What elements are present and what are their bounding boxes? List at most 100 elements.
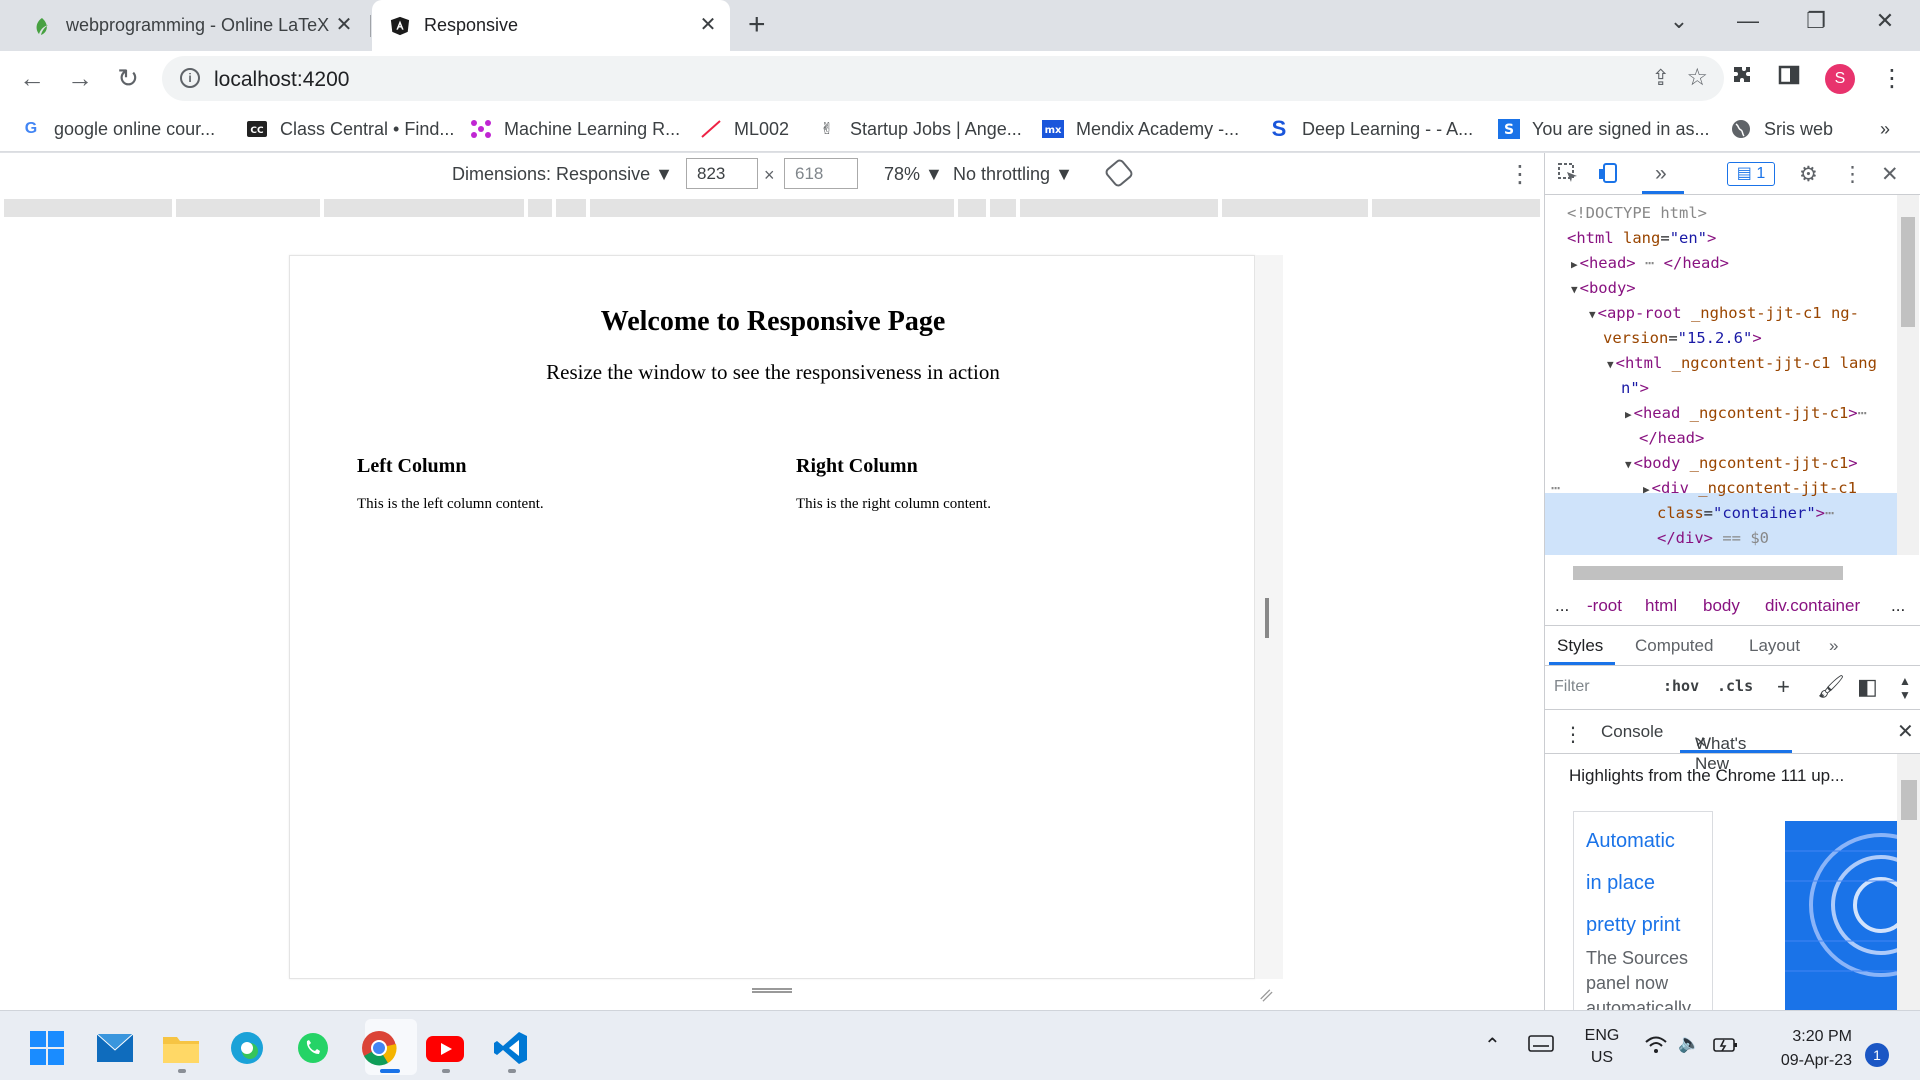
bookmark-star-icon[interactable]: ☆	[1686, 63, 1708, 92]
close-tab-icon[interactable]: ✕	[334, 15, 354, 35]
share-icon[interactable]: ⇪	[1652, 65, 1670, 91]
dimensions-dropdown[interactable]: Dimensions: Responsive ▼	[452, 164, 673, 185]
edge-icon[interactable]	[228, 1029, 266, 1067]
ruler-segment[interactable]	[590, 199, 954, 217]
dom-node-ellipsis[interactable]: ⋯	[1551, 476, 1560, 501]
address-bar[interactable]: i localhost:4200 ⇪ ☆	[162, 56, 1724, 101]
reload-icon[interactable]: ↻	[112, 62, 144, 94]
drawer-menu-icon[interactable]: ⋮	[1563, 722, 1583, 747]
dom-node[interactable]: ▶ <head _ngcontent-jjt-c1>⋯	[1625, 401, 1867, 427]
breadcrumb-item[interactable]: html	[1645, 596, 1677, 616]
bookmark-class-central[interactable]: CC Class Central • Find...	[246, 114, 454, 144]
battery-icon[interactable]	[1712, 1035, 1740, 1060]
back-icon[interactable]: ←	[16, 62, 48, 94]
tab-responsive[interactable]: Responsive ✕	[372, 0, 730, 51]
inspect-element-icon[interactable]	[1557, 162, 1579, 190]
toggle-sidebar-icon[interactable]: ◧	[1857, 674, 1878, 700]
issues-badge[interactable]: ▤ 1	[1727, 162, 1775, 186]
scrollbar-thumb[interactable]	[1901, 780, 1917, 820]
notification-badge[interactable]: 1	[1865, 1043, 1889, 1067]
site-info-icon[interactable]: i	[180, 68, 200, 88]
zoom-dropdown[interactable]: 78% ▼	[884, 164, 943, 185]
whats-new-scrollbar[interactable]	[1897, 754, 1920, 1010]
language-indicator[interactable]: ENG US	[1582, 1025, 1622, 1069]
height-input[interactable]: 618	[784, 158, 858, 189]
more-panel-tabs[interactable]: »	[1829, 636, 1838, 656]
tab-search-icon[interactable]: ⌄	[1664, 8, 1694, 34]
dom-vertical-scrollbar[interactable]	[1897, 195, 1919, 555]
breadcrumb-item[interactable]: div.container	[1765, 596, 1860, 616]
paint-brush-icon[interactable]: 🖌	[1817, 674, 1845, 700]
profile-avatar[interactable]: S	[1825, 64, 1855, 94]
dom-node[interactable]: <!DOCTYPE html>	[1567, 201, 1707, 226]
whatsapp-icon[interactable]	[294, 1029, 332, 1067]
minimize-icon[interactable]: —	[1733, 8, 1763, 34]
ruler-segment[interactable]	[958, 199, 986, 217]
corner-resize-handle[interactable]: ═	[1254, 984, 1278, 1008]
close-devtools-icon[interactable]: ✕	[1881, 162, 1899, 187]
dom-node[interactable]: ▶ <head> ⋯ </head>	[1571, 251, 1729, 277]
close-window-icon[interactable]: ✕	[1870, 8, 1900, 34]
forward-icon[interactable]: →	[64, 62, 96, 94]
bookmark-startup-jobs[interactable]: ✌ Startup Jobs | Ange...	[816, 114, 1022, 144]
breadcrumb-item[interactable]: body	[1703, 596, 1740, 616]
breadcrumb-ellipsis[interactable]: ...	[1555, 596, 1569, 616]
device-toggle-icon[interactable]	[1597, 162, 1619, 190]
breadcrumb-ellipsis[interactable]: ...	[1891, 596, 1905, 616]
ruler-segment[interactable]	[1372, 199, 1540, 217]
ruler-segment[interactable]	[1222, 199, 1368, 217]
extensions-icon[interactable]	[1730, 64, 1754, 95]
chrome-icon[interactable]	[360, 1029, 398, 1067]
dom-node[interactable]: ▼ <html _ngcontent-jjt-c1 lang	[1607, 351, 1877, 377]
close-tab-icon[interactable]: ✕	[1695, 734, 1707, 751]
ruler-segment[interactable]	[990, 199, 1016, 217]
bookmark-sris-web[interactable]: Sris web	[1730, 114, 1833, 144]
cls-toggle[interactable]: .cls	[1717, 677, 1753, 695]
tab-computed[interactable]: Computed	[1635, 636, 1713, 656]
tab-console[interactable]: Console	[1601, 722, 1663, 742]
close-tab-icon[interactable]: ✕	[698, 15, 718, 35]
clock[interactable]: 3:20 PM 09-Apr-23	[1760, 1025, 1852, 1073]
card-link[interactable]: pretty print	[1586, 904, 1700, 946]
device-options-icon[interactable]: ⋮	[1508, 160, 1532, 189]
keyboard-icon[interactable]	[1528, 1033, 1554, 1058]
more-tabs-button[interactable]: »	[1655, 162, 1667, 186]
filter-input[interactable]: Filter	[1554, 678, 1590, 696]
add-rule-icon[interactable]: +	[1777, 674, 1790, 700]
tab-layout[interactable]: Layout	[1749, 636, 1800, 656]
dom-node[interactable]: ▼ <body>	[1571, 276, 1636, 302]
bookmarks-overflow-button[interactable]: »	[1880, 114, 1890, 144]
ruler-segment[interactable]	[556, 199, 586, 217]
file-explorer-icon[interactable]	[162, 1029, 200, 1067]
ruler-segment[interactable]	[324, 199, 524, 217]
close-drawer-icon[interactable]: ✕	[1897, 719, 1914, 744]
scrollbar-thumb[interactable]	[1573, 566, 1843, 580]
card-link[interactable]: in place	[1586, 862, 1700, 904]
bookmark-ml002[interactable]: ML002	[700, 114, 789, 144]
tab-styles[interactable]: Styles	[1557, 636, 1603, 656]
bookmark-deep-learning[interactable]: S Deep Learning - - A...	[1268, 114, 1473, 144]
tray-chevron-icon[interactable]: ⌃	[1484, 1033, 1501, 1058]
rotate-icon[interactable]	[1103, 157, 1135, 189]
scrollbar-thumb[interactable]	[1901, 217, 1915, 327]
breadcrumb-item[interactable]: -root	[1587, 596, 1622, 616]
dom-node[interactable]: ▼ <app-root _nghost-jjt-c1 ng-	[1589, 301, 1859, 327]
vertical-resize-handle[interactable]	[752, 988, 792, 993]
settings-gear-icon[interactable]: ⚙	[1799, 162, 1818, 187]
devtools-menu-icon[interactable]: ⋮	[1842, 162, 1863, 187]
url-text[interactable]: localhost:4200	[214, 68, 349, 92]
side-panel-icon[interactable]	[1778, 64, 1800, 93]
wifi-icon[interactable]	[1644, 1035, 1668, 1060]
new-tab-button[interactable]: +	[748, 10, 766, 40]
card-link[interactable]: Automatic	[1586, 820, 1700, 862]
tab-overleaf[interactable]: webprogramming - Online LaTeX ✕	[14, 0, 366, 51]
bookmark-google-courses[interactable]: G google online cour...	[20, 114, 215, 144]
scroll-arrows-icon[interactable]: ▲ ▼	[1899, 674, 1911, 702]
width-input[interactable]: 823	[686, 158, 758, 189]
ruler-segment[interactable]	[176, 199, 320, 217]
mail-icon[interactable]	[96, 1029, 134, 1067]
restore-icon[interactable]: ❐	[1801, 8, 1831, 34]
dom-horizontal-scrollbar[interactable]	[1545, 558, 1920, 586]
start-menu-icon[interactable]	[28, 1029, 66, 1067]
vscode-icon[interactable]	[492, 1029, 530, 1067]
